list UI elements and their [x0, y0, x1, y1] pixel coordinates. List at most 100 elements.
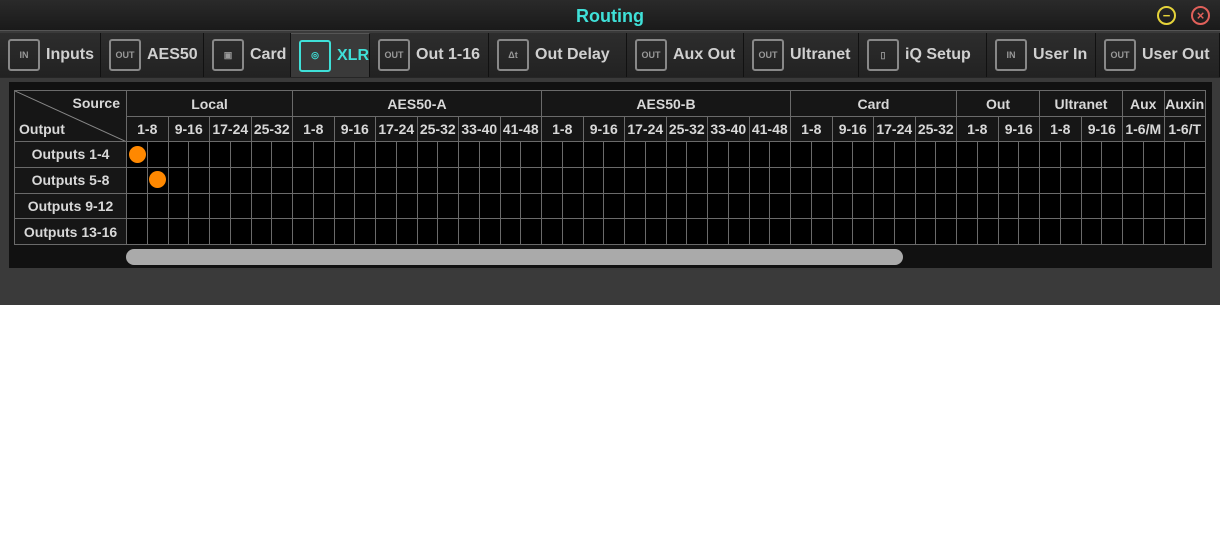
route-cell[interactable]	[644, 192, 667, 220]
route-cell[interactable]	[167, 218, 190, 246]
route-cell[interactable]	[769, 166, 791, 194]
route-cell[interactable]	[354, 166, 376, 194]
route-cell[interactable]	[395, 218, 418, 246]
route-cell[interactable]	[188, 192, 210, 220]
route-cell[interactable]	[1080, 218, 1103, 246]
route-cell[interactable]	[997, 166, 1020, 194]
route-cell[interactable]	[146, 141, 169, 168]
route-cell[interactable]	[520, 166, 542, 194]
route-cell[interactable]	[727, 141, 750, 168]
route-cell[interactable]	[707, 141, 729, 168]
route-cell[interactable]	[561, 192, 584, 220]
route-cell[interactable]	[956, 192, 978, 220]
route-cell[interactable]	[1142, 192, 1165, 220]
route-cell[interactable]	[603, 192, 625, 220]
tab-out-delay[interactable]: Δt Out Delay	[489, 33, 627, 77]
tab-aes50[interactable]: OUT AES50	[101, 33, 204, 77]
route-cell[interactable]	[499, 141, 522, 168]
route-cell[interactable]	[1101, 218, 1123, 246]
tab-user-out[interactable]: OUT User Out	[1096, 33, 1220, 77]
route-cell[interactable]	[1080, 166, 1103, 194]
route-cell[interactable]	[271, 218, 293, 246]
route-cell[interactable]	[935, 141, 957, 168]
route-cell[interactable]	[686, 166, 708, 194]
route-cell[interactable]	[582, 192, 605, 220]
route-cell[interactable]	[395, 192, 418, 220]
route-cell[interactable]	[229, 141, 252, 168]
route-cell[interactable]	[209, 141, 231, 168]
route-cell[interactable]	[520, 218, 542, 246]
route-cell[interactable]	[167, 141, 190, 168]
route-cell[interactable]	[375, 218, 397, 246]
route-cell[interactable]	[935, 192, 957, 220]
route-cell[interactable]	[478, 218, 501, 246]
route-cell[interactable]	[976, 166, 999, 194]
route-cell[interactable]	[997, 141, 1020, 168]
route-cell[interactable]	[1059, 166, 1082, 194]
route-cell[interactable]	[624, 192, 646, 220]
route-cell[interactable]	[271, 141, 293, 168]
route-cell[interactable]	[250, 166, 273, 194]
route-cell[interactable]	[1163, 218, 1186, 246]
route-cell[interactable]	[292, 141, 314, 168]
route-cell[interactable]	[541, 218, 563, 246]
route-cell[interactable]	[458, 192, 480, 220]
route-cell[interactable]	[831, 166, 854, 194]
route-cell[interactable]	[686, 218, 708, 246]
route-cell[interactable]	[686, 192, 708, 220]
route-cell[interactable]	[603, 141, 625, 168]
route-cell[interactable]	[644, 218, 667, 246]
route-cell[interactable]	[188, 141, 210, 168]
tab-xlr[interactable]: ◎ XLR	[291, 33, 370, 77]
route-cell[interactable]	[561, 141, 584, 168]
route-cell[interactable]	[914, 192, 937, 220]
route-cell[interactable]	[499, 218, 522, 246]
route-cell[interactable]	[1018, 166, 1040, 194]
route-cell[interactable]	[1101, 141, 1123, 168]
route-cell[interactable]	[437, 141, 459, 168]
route-cell[interactable]	[395, 166, 418, 194]
route-cell[interactable]	[769, 141, 791, 168]
route-cell[interactable]	[707, 192, 729, 220]
route-cell[interactable]	[395, 141, 418, 168]
tab-aux-out[interactable]: OUT Aux Out	[627, 33, 744, 77]
route-cell[interactable]	[1059, 141, 1082, 168]
route-cell[interactable]	[126, 192, 148, 220]
route-cell[interactable]	[499, 192, 522, 220]
route-cell[interactable]	[1080, 141, 1103, 168]
route-cell[interactable]	[375, 166, 397, 194]
route-cell[interactable]	[810, 192, 833, 220]
route-cell[interactable]	[893, 141, 916, 168]
route-cell[interactable]	[1039, 218, 1061, 246]
route-cell[interactable]	[769, 218, 791, 246]
route-cell[interactable]	[831, 141, 854, 168]
route-cell[interactable]	[167, 192, 190, 220]
route-cell[interactable]	[956, 218, 978, 246]
route-cell[interactable]	[333, 141, 356, 168]
tab-user-in[interactable]: IN User In	[987, 33, 1096, 77]
route-cell[interactable]	[312, 166, 335, 194]
route-cell[interactable]	[437, 166, 459, 194]
route-cell[interactable]	[790, 166, 812, 194]
route-cell[interactable]	[914, 218, 937, 246]
route-cell[interactable]	[1059, 192, 1082, 220]
route-cell[interactable]	[1184, 166, 1206, 194]
route-cell[interactable]	[956, 166, 978, 194]
route-cell[interactable]	[1018, 192, 1040, 220]
horizontal-scrollbar[interactable]	[126, 249, 903, 265]
route-cell[interactable]	[1184, 192, 1206, 220]
tab-card[interactable]: ▣ Card	[204, 33, 291, 77]
route-cell[interactable]	[665, 141, 688, 168]
route-cell[interactable]	[188, 218, 210, 246]
close-button[interactable]: ×	[1191, 6, 1210, 25]
route-cell[interactable]	[810, 141, 833, 168]
route-cell[interactable]	[790, 141, 812, 168]
route-cell[interactable]	[582, 141, 605, 168]
route-cell[interactable]	[1039, 141, 1061, 168]
route-cell[interactable]	[727, 166, 750, 194]
route-cell[interactable]	[831, 218, 854, 246]
route-cell[interactable]	[312, 192, 335, 220]
route-cell[interactable]	[520, 141, 542, 168]
route-cell[interactable]	[312, 141, 335, 168]
route-cell[interactable]	[478, 141, 501, 168]
